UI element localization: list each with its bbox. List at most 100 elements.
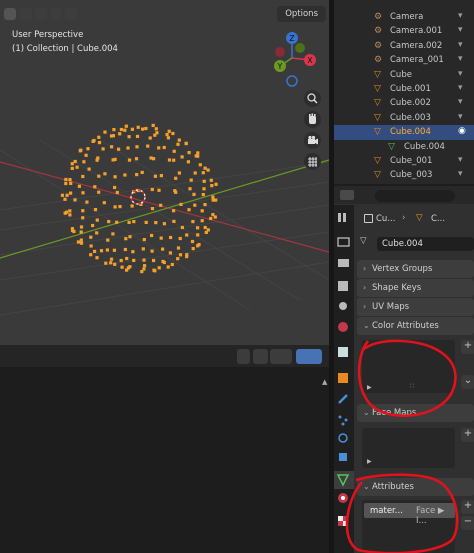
vertex-point[interactable]	[97, 174, 101, 178]
vertex-point[interactable]	[93, 249, 97, 253]
options-button[interactable]: Options	[277, 6, 326, 22]
camera-view-icon[interactable]	[304, 132, 321, 149]
vertex-point[interactable]	[161, 247, 165, 251]
pivot-icon[interactable]	[253, 349, 268, 364]
vertex-point[interactable]	[189, 178, 193, 182]
vertex-point[interactable]	[174, 190, 178, 194]
vertex-point[interactable]	[152, 157, 156, 161]
lower-editor-area[interactable]	[0, 345, 329, 553]
vertex-point[interactable]	[93, 185, 97, 189]
vertex-point[interactable]	[166, 136, 170, 140]
add-face-map-button[interactable]: +	[461, 428, 474, 442]
vertex-point[interactable]	[127, 220, 131, 224]
vertex-point[interactable]	[105, 248, 109, 252]
vertex-point[interactable]	[84, 153, 88, 157]
vertex-point[interactable]	[176, 246, 181, 250]
vertex-point[interactable]	[97, 135, 101, 139]
vertex-point[interactable]	[180, 225, 184, 230]
vertex-point[interactable]	[196, 226, 200, 230]
vertex-point[interactable]	[144, 126, 148, 131]
vertex-point[interactable]	[79, 148, 83, 152]
vertex-point[interactable]	[113, 175, 117, 179]
vertex-point[interactable]	[151, 123, 155, 127]
visibility-eye-icon[interactable]: ▾	[458, 54, 463, 64]
vertex-point[interactable]	[150, 249, 154, 253]
vertex-point[interactable]	[91, 223, 95, 228]
vertex-point[interactable]	[130, 204, 134, 208]
vertex-point[interactable]	[103, 130, 107, 134]
vertex-point[interactable]	[197, 243, 201, 247]
vertex-point[interactable]	[95, 158, 99, 162]
vertex-point[interactable]	[120, 265, 124, 269]
vertex-point[interactable]	[132, 258, 136, 262]
vertex-point[interactable]	[104, 261, 108, 265]
vertex-point[interactable]	[203, 166, 207, 170]
vertex-point[interactable]	[144, 220, 148, 224]
editor-type-icon[interactable]	[4, 8, 16, 20]
outliner-row[interactable]: ▽ Cube.001 ▾	[334, 82, 474, 97]
select-extend-icon[interactable]	[35, 8, 47, 20]
vertex-point[interactable]	[69, 191, 73, 195]
vertex-point[interactable]	[126, 146, 130, 150]
vertex-point[interactable]	[170, 262, 174, 267]
vertex-point[interactable]	[162, 222, 166, 226]
select-mode-icon[interactable]	[20, 8, 32, 20]
vertex-point[interactable]	[193, 203, 197, 207]
vertex-point[interactable]	[110, 145, 114, 149]
outliner-row[interactable]: ▽ Cube_003 ▾	[334, 168, 474, 183]
pan-hand-icon[interactable]	[304, 111, 321, 128]
vertex-point[interactable]	[127, 135, 131, 139]
vertex-point[interactable]	[165, 133, 169, 137]
vertex-point[interactable]	[166, 265, 170, 269]
vertex-point[interactable]	[141, 127, 145, 131]
vertex-point[interactable]	[150, 233, 154, 238]
visibility-eye-icon[interactable]: ▾	[458, 25, 463, 35]
vertex-point[interactable]	[79, 230, 83, 234]
panel-uv-maps[interactable]: › UV Maps	[357, 298, 474, 316]
vertex-point[interactable]	[191, 220, 195, 224]
vertex-point[interactable]	[82, 160, 86, 164]
vertex-point[interactable]	[143, 264, 147, 268]
vertex-point[interactable]	[87, 167, 91, 171]
vertex-point[interactable]	[132, 220, 136, 224]
vertex-point[interactable]	[113, 185, 117, 190]
vertex-point[interactable]	[118, 132, 122, 136]
vertex-point[interactable]	[68, 178, 72, 182]
visibility-eye-icon[interactable]: ▾	[458, 69, 463, 79]
vertex-point[interactable]	[107, 220, 111, 224]
vertex-point[interactable]	[99, 249, 104, 253]
vertex-point[interactable]	[178, 236, 182, 241]
vertex-point[interactable]	[75, 165, 79, 169]
vertex-point[interactable]	[127, 158, 132, 162]
vertex-point[interactable]	[134, 157, 139, 161]
panel-shape-keys[interactable]: › Shape Keys	[357, 279, 474, 297]
vertex-point[interactable]	[187, 151, 191, 155]
vertex-point[interactable]	[176, 257, 180, 261]
vertex-point[interactable]	[111, 232, 115, 236]
vertex-point[interactable]	[177, 138, 181, 142]
vertex-point[interactable]	[148, 136, 152, 140]
vertex-point[interactable]	[201, 193, 205, 197]
vertex-point[interactable]	[131, 250, 135, 254]
vertex-point[interactable]	[155, 131, 159, 135]
editor-type-properties-icon[interactable]	[340, 190, 354, 200]
vertex-point[interactable]	[200, 209, 204, 213]
visibility-eye-icon[interactable]: ▾	[458, 169, 463, 179]
vertex-point[interactable]	[153, 174, 157, 178]
vertex-point[interactable]	[159, 236, 163, 240]
vertex-point[interactable]	[196, 151, 200, 155]
vertex-point[interactable]	[206, 168, 210, 172]
vertex-point[interactable]	[97, 190, 101, 194]
vertex-point[interactable]	[123, 247, 127, 252]
visibility-eye-icon[interactable]: ▾	[458, 112, 463, 122]
vertex-point[interactable]	[178, 253, 183, 257]
vertex-point[interactable]	[213, 215, 217, 219]
vertex-point[interactable]	[135, 173, 139, 177]
vertex-point[interactable]	[113, 262, 117, 266]
3d-viewport[interactable]: Options User Perspective (1) Collection …	[0, 0, 329, 345]
vertex-point[interactable]	[201, 171, 205, 175]
vertex-point[interactable]	[119, 258, 123, 263]
vertex-point[interactable]	[93, 208, 98, 212]
vertex-point[interactable]	[172, 219, 176, 223]
vertex-point[interactable]	[81, 216, 85, 220]
